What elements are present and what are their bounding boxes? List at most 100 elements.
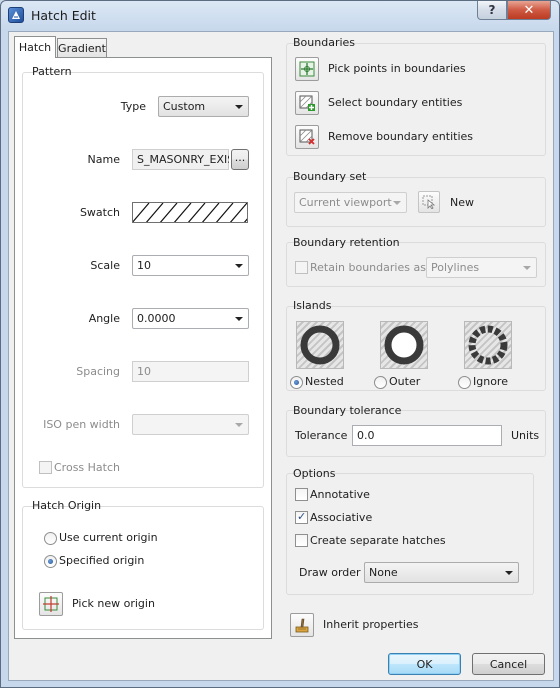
annotative-checkbox[interactable] xyxy=(295,488,308,501)
outer-label[interactable]: Outer xyxy=(389,375,420,388)
draw-order-label: Draw order xyxy=(299,566,361,579)
swatch-label: Swatch xyxy=(79,206,120,219)
cross-hatch-checkbox xyxy=(39,461,52,474)
angle-value: 0.0000 xyxy=(137,312,176,325)
remove-entities-button[interactable] xyxy=(295,125,319,149)
associative-checkbox[interactable]: ✓ xyxy=(295,510,308,524)
retain-boundaries-checkbox xyxy=(295,261,308,274)
separate-hatches-checkbox[interactable] xyxy=(295,534,308,547)
retain-boundaries-label: Retain boundaries as xyxy=(310,261,426,274)
use-current-origin-label[interactable]: Use current origin xyxy=(59,531,158,544)
boundary-retention-title: Boundary retention xyxy=(293,236,400,249)
boundary-tolerance-title: Boundary tolerance xyxy=(293,404,402,417)
help-button[interactable]: ? xyxy=(477,1,507,20)
paintbrush-icon xyxy=(295,618,309,633)
chevron-down-icon xyxy=(235,105,243,109)
specified-origin-label[interactable]: Specified origin xyxy=(59,554,144,567)
nested-radio[interactable] xyxy=(290,376,303,389)
boundary-set-title: Boundary set xyxy=(293,170,367,183)
ok-button[interactable]: OK xyxy=(388,653,461,675)
cursor-select-icon xyxy=(422,195,436,209)
inherit-properties-label: Inherit properties xyxy=(323,618,419,631)
associative-label[interactable]: Associative xyxy=(310,511,372,524)
radio-selected-dot xyxy=(294,380,299,385)
hatch-swatch-graphic xyxy=(133,203,247,222)
swatch-preview[interactable] xyxy=(132,202,248,223)
window-title: Hatch Edit xyxy=(31,8,96,23)
chevron-down-icon xyxy=(235,317,243,321)
iso-pen-width-dropdown xyxy=(132,414,249,435)
nested-island-graphic xyxy=(300,325,340,365)
title-bar[interactable]: Hatch Edit ? ✕ xyxy=(1,1,559,31)
radio-selected-dot xyxy=(48,559,53,564)
tab-hatch[interactable]: Hatch xyxy=(14,36,56,58)
ignore-island-preview[interactable] xyxy=(464,321,512,369)
islands-title: Islands xyxy=(293,299,332,312)
outer-island-graphic xyxy=(384,325,424,365)
new-boundary-set-label: New xyxy=(450,196,474,209)
pick-points-icon xyxy=(299,61,315,77)
remove-entities-icon xyxy=(299,129,315,145)
chevron-down-icon xyxy=(235,264,243,268)
use-current-origin-radio[interactable] xyxy=(44,532,57,545)
outer-radio[interactable] xyxy=(374,376,387,389)
pattern-name-field[interactable]: S_MASONRY_EXIST xyxy=(132,149,229,170)
name-label: Name xyxy=(87,153,120,166)
nested-island-preview[interactable] xyxy=(296,321,344,369)
pattern-name-value: S_MASONRY_EXIST xyxy=(137,153,229,166)
new-boundary-set-button[interactable] xyxy=(418,191,440,213)
remove-entities-label: Remove boundary entities xyxy=(328,130,474,143)
nested-label[interactable]: Nested xyxy=(305,375,344,388)
chevron-down-icon xyxy=(505,571,513,575)
chevron-down-icon xyxy=(523,266,531,270)
cancel-button[interactable]: Cancel xyxy=(472,653,545,675)
spacing-value: 10 xyxy=(137,365,151,378)
boundaries-title: Boundaries xyxy=(293,36,356,49)
scale-dropdown[interactable]: 10 xyxy=(132,255,249,276)
ignore-label[interactable]: Ignore xyxy=(473,375,508,388)
boundary-set-dropdown: Current viewport xyxy=(294,192,407,213)
annotative-label[interactable]: Annotative xyxy=(310,488,370,501)
tolerance-input[interactable]: 0.0 xyxy=(352,425,502,446)
ignore-radio[interactable] xyxy=(458,376,471,389)
pattern-group-title: Pattern xyxy=(32,65,72,78)
cross-hatch-label: Cross Hatch xyxy=(54,461,120,474)
chevron-down-icon xyxy=(393,201,401,205)
scale-label: Scale xyxy=(90,259,120,272)
pick-new-origin-button[interactable] xyxy=(39,592,63,616)
scale-value: 10 xyxy=(137,259,151,272)
spacing-field: 10 xyxy=(132,361,249,382)
specified-origin-radio[interactable] xyxy=(44,555,57,568)
type-value: Custom xyxy=(163,100,206,113)
type-label: Type xyxy=(120,100,146,113)
draw-order-dropdown[interactable]: None xyxy=(364,562,519,583)
tolerance-value: 0.0 xyxy=(357,429,375,442)
ignore-island-graphic xyxy=(468,325,508,365)
close-button[interactable]: ✕ xyxy=(507,1,551,20)
tolerance-label: Tolerance xyxy=(295,429,348,442)
inherit-properties-button[interactable] xyxy=(290,613,314,637)
retention-type-dropdown: Polylines xyxy=(426,257,537,278)
app-icon xyxy=(8,7,24,23)
iso-pen-width-label: ISO pen width xyxy=(43,418,120,431)
select-entities-icon xyxy=(299,95,315,111)
retention-type-value: Polylines xyxy=(431,261,480,274)
tab-gradient[interactable]: Gradient xyxy=(57,38,107,58)
chevron-down-icon xyxy=(235,423,243,427)
draw-order-value: None xyxy=(369,566,398,579)
select-entities-button[interactable] xyxy=(295,91,319,115)
angle-dropdown[interactable]: 0.0000 xyxy=(132,308,249,329)
separate-hatches-label[interactable]: Create separate hatches xyxy=(310,534,446,547)
outer-island-preview[interactable] xyxy=(380,321,428,369)
hatch-origin-title: Hatch Origin xyxy=(32,499,102,512)
browse-pattern-button[interactable]: ... xyxy=(231,149,249,170)
type-dropdown[interactable]: Custom xyxy=(158,96,249,117)
select-entities-label: Select boundary entities xyxy=(328,96,463,109)
spacing-label: Spacing xyxy=(76,365,120,378)
pick-new-origin-label: Pick new origin xyxy=(72,597,155,610)
pick-points-label: Pick points in boundaries xyxy=(328,62,466,75)
options-title: Options xyxy=(293,467,336,480)
angle-label: Angle xyxy=(88,312,120,325)
crosshair-icon xyxy=(43,596,59,612)
pick-points-button[interactable] xyxy=(295,57,319,81)
